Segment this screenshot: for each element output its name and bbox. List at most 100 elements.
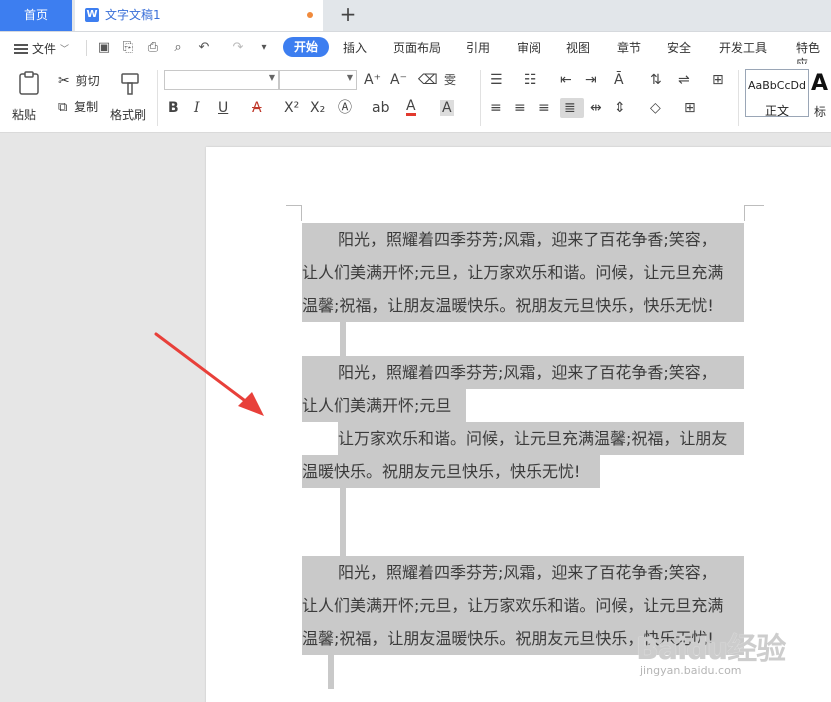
change-case-icon[interactable]: Ā (614, 72, 624, 88)
bold-icon[interactable]: B (168, 100, 179, 116)
document-page[interactable]: 阳光，照耀着四季芬芳;风霜，迎来了百花争香;笑容， 让人们美满开怀;元旦，让万家… (206, 147, 831, 702)
style-normal[interactable]: AaBbCcDd 正文 (745, 69, 809, 118)
tab-developer[interactable]: 开发工具 (719, 40, 767, 56)
undo-icon[interactable]: ↶ (196, 40, 212, 56)
borders-icon[interactable]: ⊞ (684, 100, 696, 116)
paragraph-3[interactable]: 让万家欢乐和谐。问候，让元旦充满温馨;祝福，让朋友 温暖快乐。祝朋友元旦快乐，快… (302, 422, 744, 488)
numbered-list-icon[interactable]: ☷ (524, 72, 537, 88)
new-tab-button[interactable]: + (336, 0, 360, 31)
chevron-down-icon: ﹀ (60, 45, 70, 55)
cut-label: 剪切 (75, 74, 100, 88)
italic-icon[interactable]: I (194, 100, 200, 116)
subscript-icon[interactable]: X₂ (310, 100, 325, 116)
tab-references[interactable]: 引用 (466, 40, 490, 56)
text-line: 让人们美满开怀;元旦 (302, 389, 744, 422)
tab-view[interactable]: 视图 (566, 40, 590, 56)
decrease-indent-icon[interactable]: ⇤ (560, 72, 572, 88)
paste-button[interactable]: 粘贴 (12, 70, 46, 126)
shrink-font-icon[interactable]: A⁻ (390, 72, 407, 88)
style-heading-sample: A (811, 71, 829, 96)
crop-mark (286, 205, 302, 206)
text-line: 让人们美满开怀;元旦，让万家欢乐和谐。问候，让元旦充满 (302, 256, 744, 289)
superscript-icon[interactable]: X² (284, 100, 299, 116)
text-line: 阳光，照耀着四季芬芳;风霜，迎来了百花争香;笑容， (302, 223, 744, 256)
writer-doc-icon: W (85, 8, 99, 22)
file-menu[interactable]: 文件 ﹀ (14, 40, 69, 57)
watermark-logo: Baidu经验 (636, 632, 786, 667)
print-icon[interactable]: ⎙ (145, 40, 161, 56)
tab-page-layout[interactable]: 页面布局 (393, 40, 441, 56)
text-line: 让人们美满开怀;元旦，让万家欢乐和谐。问候，让元旦充满 (302, 589, 744, 622)
font-name-select[interactable]: ▼ (164, 70, 279, 90)
justify-icon[interactable]: ≣ (564, 100, 576, 116)
watermark-url: jingyan.baidu.com (640, 664, 742, 677)
export-icon[interactable]: ⎘ (120, 40, 136, 56)
cut-button[interactable]: ✂ 剪切 (58, 72, 100, 89)
bullet-list-icon[interactable]: ☰ (490, 72, 503, 88)
baidu-watermark: Baidu经验 jingyan.baidu.com (636, 624, 786, 677)
print-preview-icon[interactable]: ⌕ (170, 40, 186, 56)
customize-icon[interactable]: ▾ (256, 40, 272, 56)
underline-icon[interactable]: U (218, 100, 228, 116)
paragraph-2[interactable]: 阳光，照耀着四季芬芳;风霜，迎来了百花争香;笑容， 让人们美满开怀;元旦 (302, 356, 744, 422)
line-break-icon[interactable]: ⇌ (678, 72, 690, 88)
paste-label: 粘贴 (12, 108, 37, 122)
tab-section[interactable]: 章节 (617, 40, 641, 56)
divider (738, 70, 739, 126)
text-line: 让万家欢乐和谐。问候，让元旦充满温馨;祝福，让朋友 (302, 422, 744, 455)
divider (157, 70, 158, 126)
char-shading-icon[interactable]: A (440, 100, 454, 116)
unsaved-dot-icon (307, 12, 313, 18)
scissors-icon: ✂ (58, 73, 70, 89)
document-area[interactable]: 阳光，照耀着四季芬芳;风霜，迎来了百花争香;笑容， 让人们美满开怀;元旦，让万家… (0, 133, 831, 702)
align-left-icon[interactable]: ≡ (490, 100, 502, 116)
style-label: 正文 (764, 104, 789, 118)
dropdown-arrow-icon: ▼ (346, 73, 353, 82)
tab-home[interactable]: 首页 (0, 0, 72, 31)
style-heading[interactable]: A 标 (811, 69, 831, 117)
tab-review[interactable]: 审阅 (517, 40, 541, 56)
text-line: 温馨;祝福，让朋友温暖快乐。祝朋友元旦快乐，快乐无忧! (302, 289, 744, 322)
crop-mark (744, 205, 745, 221)
distributed-icon[interactable]: ⇹ (590, 100, 602, 116)
hamburger-icon (14, 43, 28, 54)
show-marks-icon[interactable]: ⊞ (712, 72, 724, 88)
shading-icon[interactable]: ◇ (650, 100, 661, 116)
style-heading-label: 标 (814, 105, 827, 117)
align-center-icon[interactable]: ≡ (514, 100, 526, 116)
format-painter-button[interactable]: 格式刷 (110, 70, 150, 126)
line-spacing-icon[interactable]: ⇕ (614, 100, 626, 116)
tab-security[interactable]: 安全 (667, 40, 691, 56)
file-menu-label: 文件 (32, 42, 57, 56)
crop-mark (744, 205, 764, 206)
phonetic-guide-icon[interactable]: 雯 (444, 72, 456, 88)
paragraph-mark-highlight (340, 322, 346, 356)
font-color-icon[interactable]: A (406, 99, 416, 116)
copy-button[interactable]: ⧉ 复制 (58, 98, 98, 115)
tab-document[interactable]: W 文字文稿1 (75, 0, 323, 31)
annotation-arrow-icon (154, 332, 264, 416)
style-sample: AaBbCcDd (748, 79, 806, 92)
divider (86, 40, 87, 56)
copy-icon: ⧉ (58, 100, 68, 115)
highlight-icon[interactable]: ab (372, 100, 389, 116)
menu-row: 文件 ﹀ ▣ ⎘ ⎙ ⌕ ↶ ↷ ▾ 开始 插入 页面布局 引用 审阅 视图 章… (0, 32, 831, 71)
tab-start[interactable]: 开始 (283, 37, 330, 57)
brush-icon (121, 73, 139, 95)
font-size-select[interactable]: ▼ (279, 70, 357, 90)
format-painter-label: 格式刷 (110, 108, 147, 122)
paragraph-1[interactable]: 阳光，照耀着四季芬芳;风霜，迎来了百花争香;笑容， 让人们美满开怀;元旦，让万家… (302, 223, 744, 322)
strikethrough-icon[interactable]: A (252, 100, 262, 116)
text-line: 温暖快乐。祝朋友元旦快乐，快乐无忧! (302, 455, 744, 488)
save-icon[interactable]: ▣ (96, 40, 112, 56)
sort-icon[interactable]: ⇅ (650, 72, 662, 88)
increase-indent-icon[interactable]: ⇥ (585, 72, 597, 88)
grow-font-icon[interactable]: A⁺ (364, 72, 381, 88)
tab-insert[interactable]: 插入 (343, 40, 367, 56)
clear-format-icon[interactable]: ⌫ (418, 72, 438, 88)
text-line: 阳光，照耀着四季芬芳;风霜，迎来了百花争香;笑容， (302, 556, 744, 589)
redo-icon[interactable]: ↷ (230, 40, 246, 56)
align-right-icon[interactable]: ≡ (538, 100, 550, 116)
text-effect-icon[interactable]: Ⓐ (338, 100, 352, 116)
paste-icon (19, 71, 39, 95)
